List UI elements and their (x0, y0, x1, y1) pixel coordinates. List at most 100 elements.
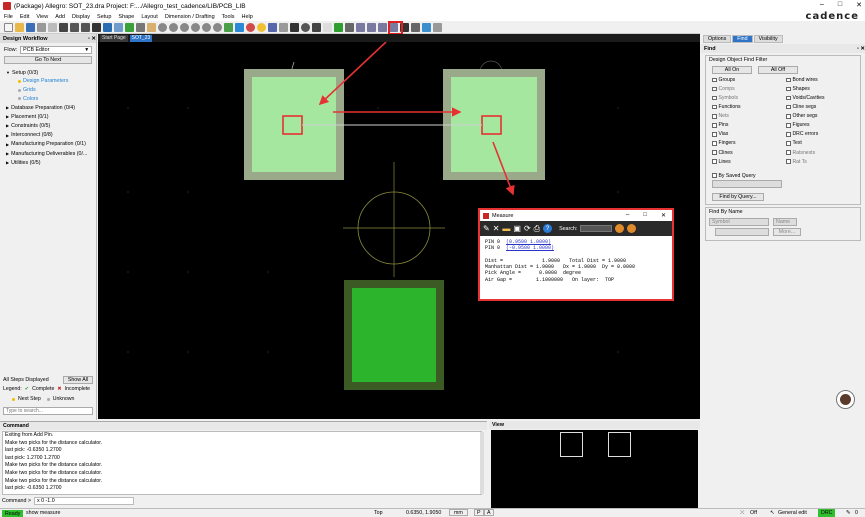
menu-setup[interactable]: Setup (97, 14, 111, 20)
eye-icon[interactable] (301, 22, 310, 32)
workflow-sub-colors[interactable]: Colors (0, 94, 96, 103)
report-icon[interactable] (422, 22, 431, 32)
command-input[interactable]: x 0 -1.0 (34, 497, 134, 505)
measure-maximize-button[interactable]: □ (643, 212, 647, 219)
scroll-icon[interactable] (312, 22, 321, 32)
workflow-item-placement[interactable]: ▶ Placement (0/1) (0, 112, 96, 121)
view-3d-icon[interactable] (235, 22, 244, 32)
checkbox[interactable] (712, 123, 717, 128)
zoom-in-icon[interactable] (169, 22, 178, 32)
checkbox[interactable] (712, 150, 717, 155)
checkbox[interactable] (786, 95, 791, 101)
pin-marker-icon[interactable] (334, 22, 343, 32)
status-units[interactable]: mm (449, 509, 468, 516)
by-saved-query-row[interactable]: By Saved Query (706, 172, 860, 180)
workflow-item-database-preparation[interactable]: ▶ Database Preparation (0/4) (0, 103, 96, 112)
measure-icon[interactable] (323, 22, 332, 32)
status-p[interactable]: P (474, 509, 484, 516)
workflow-item-interconnect[interactable]: ▶ Interconnect (0/8) (0, 131, 96, 140)
help-icon[interactable]: ? (543, 224, 553, 233)
checkbox[interactable] (712, 95, 717, 101)
checkbox[interactable] (712, 159, 717, 164)
redo-icon[interactable] (81, 22, 90, 32)
status-edit-mode[interactable]: General edit (778, 510, 807, 516)
all-on-button[interactable]: All On (712, 66, 752, 74)
redraw-icon[interactable] (224, 22, 233, 32)
shape-add-icon[interactable] (356, 22, 365, 32)
filter-bond-wires[interactable]: Bond wires (786, 76, 860, 84)
snap-icon[interactable] (290, 22, 299, 32)
save-icon[interactable] (26, 22, 35, 32)
name-type-select[interactable]: Symbol (709, 218, 769, 227)
shape-edit-icon[interactable] (367, 22, 376, 32)
hand-icon[interactable] (147, 22, 156, 32)
menu-file[interactable]: File (4, 14, 13, 20)
workflow-sub-grids[interactable]: Grids (0, 86, 96, 95)
filter-rat-ts[interactable]: Rat Ts (786, 158, 860, 166)
checkbox[interactable] (712, 114, 717, 119)
open-icon[interactable] (15, 22, 24, 32)
checkbox[interactable] (786, 104, 791, 110)
grid-icon[interactable] (114, 22, 123, 32)
workflow-item-setup[interactable]: ▼ Setup (0/3) (0, 68, 96, 77)
menu-tools[interactable]: Tools (222, 14, 235, 20)
zoom-world-icon[interactable] (213, 22, 222, 32)
filter-lines[interactable]: Lines (712, 158, 786, 166)
filter-voids[interactable]: Voids/Cavities (786, 94, 860, 102)
more-button[interactable]: More... (773, 228, 801, 237)
pin1-coord-link[interactable]: (0.9500 1.0000) (506, 239, 551, 245)
flow-select[interactable]: PCB Editor ▼ (20, 45, 93, 54)
menu-layout[interactable]: Layout (141, 14, 158, 20)
camera-icon[interactable] (411, 22, 420, 32)
checkbox[interactable] (712, 104, 717, 110)
view-canvas[interactable] (491, 430, 698, 508)
checkbox[interactable] (786, 114, 791, 119)
status-drc[interactable]: DRC (818, 509, 836, 517)
spin-icon[interactable] (136, 22, 145, 32)
checkbox[interactable] (786, 150, 791, 155)
measure-search-input[interactable] (580, 225, 613, 232)
pin-icon[interactable] (92, 22, 101, 32)
saved-query-select[interactable] (712, 180, 782, 189)
minimize-button[interactable]: – (820, 1, 824, 9)
tab-sot-23[interactable]: SOT_23 (129, 34, 153, 42)
tab-find[interactable]: Find (732, 35, 753, 43)
checkbox[interactable] (786, 159, 791, 164)
open-folder-icon[interactable]: ▬ (502, 224, 510, 233)
new-icon[interactable] (4, 22, 13, 32)
close-icon[interactable]: ✕ (493, 224, 500, 233)
color-icon[interactable] (246, 22, 255, 32)
measure-close-button[interactable]: ✕ (661, 212, 666, 219)
filter-shapes[interactable]: Shapes (786, 85, 860, 93)
tab-visibility[interactable]: Visibility (753, 35, 783, 43)
filter-fingers[interactable]: Fingers (712, 140, 786, 148)
workflow-item-manufacturing-preparation[interactable]: ▶ Manufacturing Preparation (0/1) (0, 140, 96, 149)
flip-icon[interactable] (279, 22, 288, 32)
shadow-icon[interactable] (257, 22, 266, 32)
menu-edit[interactable]: Edit (20, 14, 29, 20)
checkbox[interactable] (786, 86, 791, 92)
checkbox[interactable] (786, 132, 791, 137)
workflow-item-utilities[interactable]: ▶ Utilities (0/5) (0, 158, 96, 167)
filter-nets[interactable]: Nets (712, 112, 786, 120)
print-icon[interactable]: ⎙ (534, 224, 540, 234)
menu-view[interactable]: View (36, 14, 48, 20)
measure-dialog[interactable]: Measure – □ ✕ ✎ ✕ ▬ ▣ ⟳ ⎙ ? Search: PIN … (478, 208, 674, 301)
filter-drc-errors[interactable]: DRC errors (786, 130, 860, 138)
zoom-prev-icon[interactable] (202, 22, 211, 32)
search-prev-icon[interactable] (615, 224, 625, 233)
all-off-button[interactable]: All Off (758, 66, 798, 74)
save-icon[interactable]: ▣ (513, 224, 521, 233)
zoom-fit-icon[interactable] (191, 22, 200, 32)
workflow-item-constraints[interactable]: ▶ Constraints (0/5) (0, 121, 96, 130)
copy-icon[interactable] (48, 22, 57, 32)
menu-display[interactable]: Display (72, 14, 90, 20)
go-to-next-button[interactable]: Go To Next (4, 56, 92, 64)
workflow-search-input[interactable] (3, 407, 93, 415)
pin2-coord-link[interactable]: (-0.9500 1.0000) (506, 245, 554, 251)
user-avatar[interactable] (836, 390, 855, 409)
layers-icon[interactable] (268, 22, 277, 32)
filter-figures[interactable]: Figures (786, 121, 860, 129)
refresh-icon[interactable]: ⟳ (524, 224, 531, 233)
filter-functions[interactable]: Functions (712, 103, 786, 111)
